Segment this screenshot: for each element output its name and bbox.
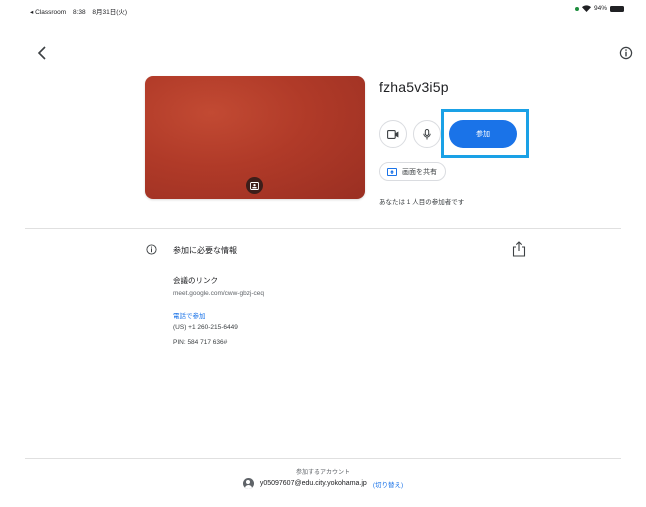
camera-indicator-icon xyxy=(574,6,579,11)
back-button[interactable] xyxy=(33,44,49,62)
present-screen-button[interactable]: 画面を共有 xyxy=(379,162,446,181)
camera-toggle-button[interactable] xyxy=(379,120,407,148)
phone-join-link[interactable]: 電話で参加 xyxy=(173,310,206,320)
divider-top xyxy=(25,228,621,229)
camera-icon xyxy=(387,129,399,139)
background-effects-icon xyxy=(250,181,259,190)
status-bar-right: 94% xyxy=(574,5,624,12)
mic-icon xyxy=(423,128,431,139)
back-arrow-icon xyxy=(37,46,46,60)
present-screen-icon xyxy=(387,167,397,176)
meeting-link-label: 会議のリンク xyxy=(173,276,218,285)
status-date: 8月31日(火) xyxy=(92,9,128,16)
join-button[interactable]: 参加 xyxy=(449,120,517,148)
account-label: 参加するアカウント xyxy=(295,470,350,476)
info-section-title: 参加に必要な情報 xyxy=(173,246,237,255)
switch-account-link[interactable]: (切り替え) xyxy=(373,479,403,489)
info-section-icon xyxy=(146,244,157,255)
info-icon[interactable] xyxy=(619,46,633,60)
share-icon[interactable] xyxy=(512,241,526,257)
meeting-link-url[interactable]: meet.google.com/cww-gbzj-ceq xyxy=(173,290,264,297)
meeting-code: fzha5v3i5p xyxy=(379,79,449,95)
mic-toggle-button[interactable] xyxy=(413,120,441,148)
status-bar-left: ◂ Classroom 8:38 8月31日(火) xyxy=(30,6,132,16)
account-row: y05097607@edu.city.yokohama.jp (切り替え) xyxy=(0,478,646,489)
background-effects-button[interactable] xyxy=(246,177,263,194)
divider-bottom xyxy=(25,458,621,459)
participants-status: あなたは 1 人目の参加者です xyxy=(379,199,465,206)
phone-number: (US) +1 260-215-6449 xyxy=(173,324,238,331)
wifi-icon xyxy=(581,5,591,12)
pin-code: PIN: 584 717 636# xyxy=(173,339,228,346)
video-preview xyxy=(145,76,365,199)
account-email: y05097607@edu.city.yokohama.jp xyxy=(259,480,367,487)
present-screen-label: 画面を共有 xyxy=(402,168,437,176)
status-time: 8:38 xyxy=(72,9,86,16)
battery-icon xyxy=(610,5,624,12)
back-to-app-link[interactable]: ◂ Classroom xyxy=(30,9,66,16)
avatar-icon xyxy=(242,478,254,489)
battery-percent: 94% xyxy=(593,5,607,12)
